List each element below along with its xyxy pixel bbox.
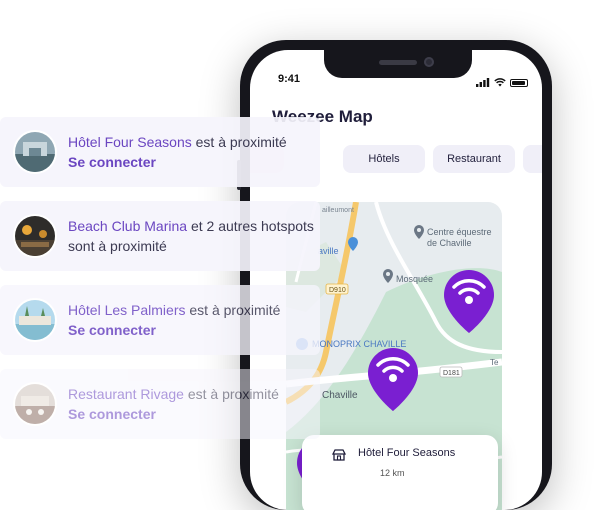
location-pin-icon [383, 269, 393, 283]
notification-card[interactable]: Hôtel Les Palmiers est à proximité Se co… [0, 285, 320, 355]
avatar-hotel-four-seasons [15, 132, 55, 172]
phone-notch [324, 50, 472, 78]
map-label: de Chaville [427, 238, 472, 248]
hotspot-distance: 12 km [380, 468, 405, 478]
map-label: Chaville [322, 390, 358, 401]
map-label: aville [318, 246, 339, 256]
camera [424, 57, 434, 67]
notification-card[interactable]: Restaurant Rivage est à proximité Se con… [0, 369, 320, 439]
notification-message: est à proximité [191, 134, 287, 150]
notification-message: est à proximité [185, 302, 281, 318]
connect-link[interactable]: Se connecter [68, 152, 316, 172]
map-label: ailleumont [322, 207, 354, 214]
status-icons [476, 74, 528, 92]
speaker [379, 60, 417, 65]
notification-text: Restaurant Rivage est à proximité Se con… [68, 384, 316, 424]
notification-text: Beach Club Marina et 2 autres hotspots s… [68, 216, 316, 256]
notification-place[interactable]: Restaurant Rivage [68, 386, 184, 402]
notification-place[interactable]: Hôtel Four Seasons [68, 134, 192, 150]
map-label: Centre équestre [427, 227, 492, 237]
hotel-icon [332, 449, 346, 461]
notification-message: est à proximité [183, 386, 279, 402]
map-label: Mosquée [396, 274, 433, 284]
avatar-restaurant-rivage [15, 384, 55, 424]
location-pin-icon [414, 225, 424, 239]
connect-link[interactable]: Se connecter [68, 320, 316, 340]
notification-card[interactable]: Beach Club Marina et 2 autres hotspots s… [0, 201, 320, 271]
connect-link[interactable]: Se connecter [68, 404, 316, 424]
hotspot-name: Hôtel Four Seasons [358, 447, 456, 459]
chip-hotels[interactable]: Hôtels [343, 145, 425, 173]
map-label: MONOPRIX CHAVILLE [312, 339, 406, 349]
wifi-icon [494, 74, 506, 92]
phone-mockup: 9:41 Weezee Map Hôtels Restaurant D910 D… [237, 40, 552, 510]
road-label-d910: D910 [329, 287, 346, 294]
notification-text: Hôtel Les Palmiers est à proximité Se co… [68, 300, 316, 340]
road-label-d181: D181 [443, 370, 460, 377]
chip-restaurant[interactable]: Restaurant [433, 145, 515, 173]
battery-icon [510, 79, 528, 87]
notification-card[interactable]: Hôtel Four Seasons est à proximité Se co… [0, 117, 320, 187]
hotspot-detail-card[interactable]: Hôtel Four Seasons 12 km [302, 435, 498, 510]
avatar-beach-club-marina [15, 216, 55, 256]
chip-more[interactable] [523, 145, 542, 173]
notification-place[interactable]: Beach Club Marina [68, 218, 187, 234]
notification-text: Hôtel Four Seasons est à proximité Se co… [68, 132, 316, 172]
signal-icon [476, 74, 490, 92]
status-time: 9:41 [278, 73, 301, 85]
map-label: Te [490, 358, 499, 367]
avatar-hotel-les-palmiers [15, 300, 55, 340]
notification-place[interactable]: Hôtel Les Palmiers [68, 302, 186, 318]
